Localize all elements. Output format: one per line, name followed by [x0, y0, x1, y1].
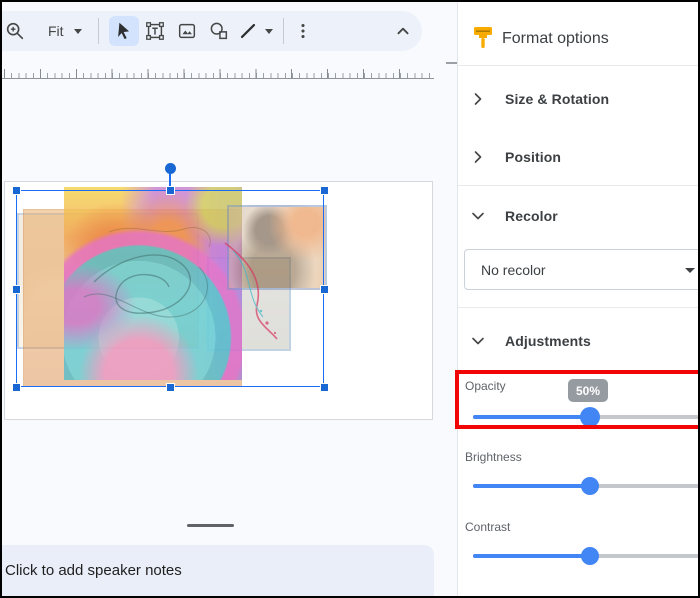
recolor-dropdown-value: No recolor — [481, 261, 546, 278]
text-box-icon — [145, 22, 164, 40]
notes-resize-grip[interactable] — [187, 524, 234, 527]
selection-handle-bottom-left[interactable] — [12, 383, 21, 392]
slider-track-fill — [473, 554, 590, 558]
section-label: Size & Rotation — [505, 91, 610, 107]
panel-section-divider — [458, 185, 698, 186]
section-label: Recolor — [505, 208, 558, 224]
rotation-handle[interactable] — [165, 163, 176, 174]
section-recolor[interactable]: Recolor — [458, 199, 698, 233]
contrast-label: Contrast — [465, 520, 511, 534]
horizontal-ruler — [2, 68, 434, 79]
toolbar: Fit — [2, 11, 422, 51]
brightness-slider[interactable] — [473, 476, 698, 496]
toolbar-separator — [97, 18, 99, 44]
section-label: Position — [505, 149, 562, 165]
app-window: Fit Click to add speaker notes Format op… — [0, 0, 700, 598]
collapse-toolbar-button[interactable] — [392, 16, 414, 46]
section-size-rotation[interactable]: Size & Rotation — [458, 82, 698, 116]
panel-section-divider — [458, 307, 698, 308]
recolor-dropdown[interactable]: No recolor — [464, 249, 698, 290]
contrast-slider-thumb[interactable] — [581, 547, 599, 565]
more-options-button[interactable] — [290, 16, 316, 46]
chevron-down-icon — [472, 337, 484, 345]
chevron-down-icon — [472, 212, 484, 220]
insert-shape-icon — [210, 22, 227, 40]
select-tool-icon — [117, 22, 129, 40]
opacity-value-tooltip: 50% — [568, 379, 608, 402]
selection-handle-bottom-right[interactable] — [320, 383, 329, 392]
selection-handle-middle-right[interactable] — [320, 285, 329, 294]
insert-shape-button[interactable] — [203, 16, 235, 46]
format-options-panel: Format options Size & Rotation Position … — [455, 2, 698, 596]
insert-image-button[interactable] — [171, 16, 203, 46]
brightness-label: Brightness — [465, 450, 522, 464]
selection-handle-top-right[interactable] — [320, 186, 329, 195]
text-box-button[interactable] — [139, 16, 171, 46]
selection-outline — [16, 190, 324, 387]
panel-section-divider — [458, 65, 698, 66]
section-label: Adjustments — [505, 333, 591, 349]
selection-handle-middle-left[interactable] — [12, 285, 21, 294]
section-adjustments[interactable]: Adjustments — [458, 324, 698, 358]
slide-canvas-area: Fit Click to add speaker notes — [2, 2, 459, 596]
speaker-notes-placeholder[interactable]: Click to add speaker notes — [5, 562, 182, 579]
panel-title: Format options — [502, 30, 609, 47]
zoom-level-value[interactable]: Fit — [48, 23, 64, 39]
brightness-slider-thumb[interactable] — [581, 477, 599, 495]
dropdown-caret-icon — [685, 268, 695, 273]
section-position[interactable]: Position — [458, 140, 698, 174]
more-options-icon — [301, 23, 305, 39]
chevron-right-icon — [474, 151, 482, 163]
contrast-slider[interactable] — [473, 546, 698, 566]
toolbar-separator — [282, 18, 284, 44]
line-caret-icon[interactable] — [264, 28, 273, 34]
select-tool-button[interactable] — [108, 16, 139, 46]
opacity-value: 50% — [575, 383, 601, 398]
selection-handle-top-left[interactable] — [12, 186, 21, 195]
slider-track-fill — [473, 484, 590, 488]
selection-handle-top-center[interactable] — [166, 186, 175, 195]
chevron-right-icon — [474, 93, 482, 105]
insert-line-button[interactable] — [235, 16, 261, 46]
paint-brush-icon — [474, 27, 492, 48]
selection-handle-bottom-center[interactable] — [166, 383, 175, 392]
fit-caret-icon[interactable] — [73, 28, 82, 34]
insert-image-icon — [178, 23, 195, 39]
zoom-in-icon[interactable] — [4, 20, 26, 42]
collapse-toolbar-icon — [397, 27, 409, 35]
insert-line-icon — [240, 23, 255, 39]
